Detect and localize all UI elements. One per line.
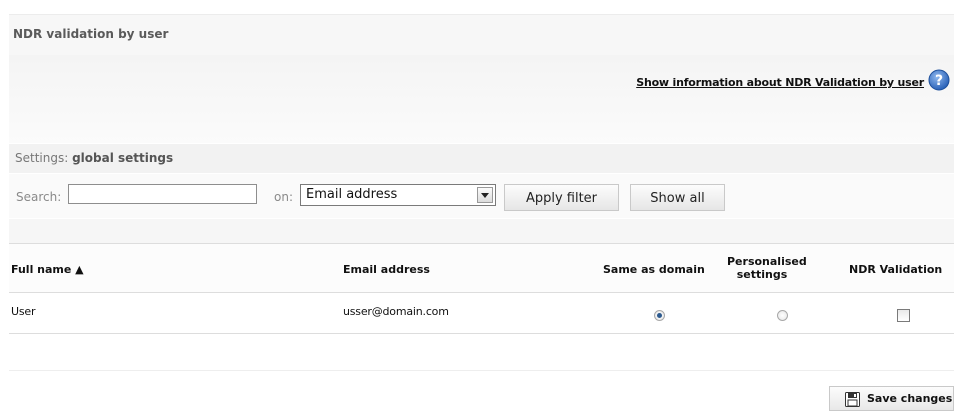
personalised-settings-radio[interactable]	[777, 310, 788, 321]
save-changes-label: Save changes	[867, 392, 953, 405]
page-title: NDR validation by user	[13, 27, 169, 41]
table-toolbar	[9, 219, 954, 244]
info-panel: Show information about NDR Validation by…	[9, 55, 954, 143]
help-icon[interactable]: ?	[928, 69, 950, 91]
save-changes-button[interactable]: Save changes	[829, 386, 954, 411]
column-header-ndr-validation: NDR Validation	[849, 263, 943, 276]
ndr-validation-checkbox[interactable]	[897, 309, 910, 322]
svg-text:?: ?	[935, 73, 943, 89]
search-field-label: on:	[274, 190, 293, 204]
chevron-down-icon[interactable]	[477, 187, 493, 203]
search-input[interactable]	[68, 184, 257, 204]
search-field-value: Email address	[306, 187, 398, 202]
section-header: NDR validation by user	[9, 14, 954, 56]
apply-filter-button[interactable]: Apply filter	[504, 184, 619, 211]
search-field-select[interactable]: Email address	[300, 184, 496, 206]
floppy-disk-icon	[845, 392, 860, 407]
search-label: Search:	[16, 190, 62, 204]
table-header: Full name ▲ Email address Same as domain…	[9, 244, 954, 293]
settings-label: Settings:	[15, 151, 69, 165]
cell-full-name: User	[11, 305, 36, 318]
settings-value: global settings	[72, 151, 174, 165]
same-as-domain-radio[interactable]	[654, 310, 665, 321]
column-header-same-as-domain: Same as domain	[603, 263, 705, 276]
column-header-personalised-settings: Personalised settings	[727, 255, 807, 281]
settings-row: Settings: global settings	[9, 144, 954, 173]
table-row: User usser@domain.com	[9, 293, 954, 334]
divider	[9, 370, 954, 371]
show-all-button[interactable]: Show all	[630, 184, 725, 211]
cell-email: usser@domain.com	[343, 305, 449, 318]
column-header-full-name[interactable]: Full name ▲	[11, 263, 84, 276]
search-row: Search: on: Email address Apply filter S…	[9, 174, 954, 218]
column-header-email: Email address	[343, 263, 430, 276]
ndr-info-link[interactable]: Show information about NDR Validation by…	[636, 76, 924, 89]
